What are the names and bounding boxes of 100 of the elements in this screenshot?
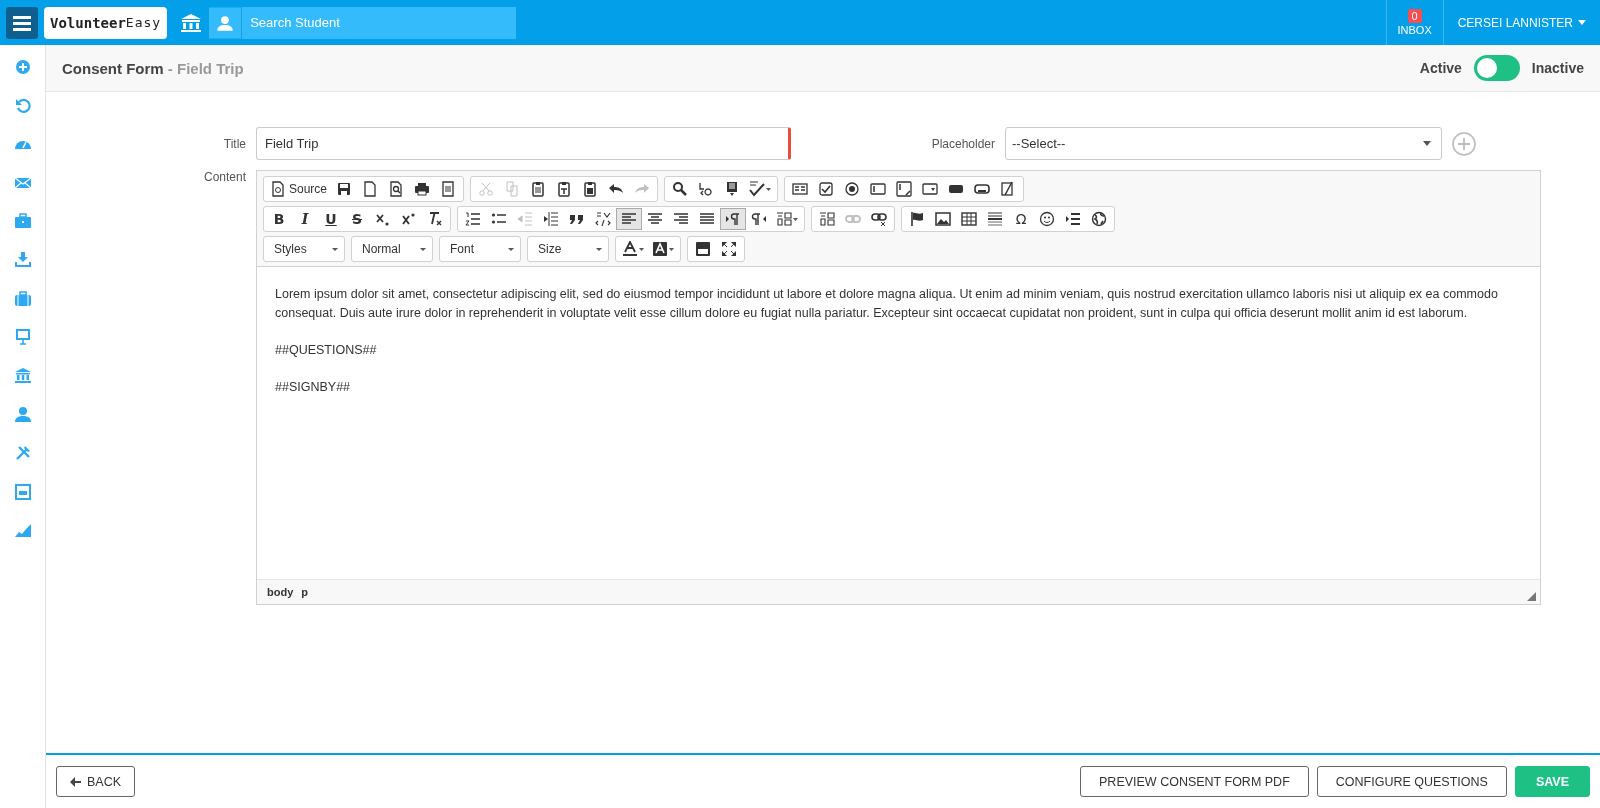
bank-icon[interactable] <box>181 13 202 32</box>
briefcase-icon[interactable] <box>14 213 31 230</box>
smiley-icon <box>1039 211 1055 227</box>
back-button[interactable]: BACK <box>56 766 136 797</box>
caret-icon <box>669 247 674 251</box>
bank-icon[interactable] <box>14 367 31 384</box>
text-color-icon <box>622 241 638 257</box>
style-dropdown[interactable]: Font <box>439 236 521 262</box>
align-left-icon <box>621 211 637 227</box>
align-center-icon <box>647 211 663 227</box>
bullet-list-icon <box>491 211 507 227</box>
clipboard-icon <box>530 181 547 197</box>
preview-icon <box>388 181 405 197</box>
replace-icon <box>698 181 715 197</box>
paragraph: ##QUESTIONS## <box>275 342 378 359</box>
spellcheck-icon <box>749 181 766 197</box>
element-path-link[interactable]: p <box>301 586 308 598</box>
clipboard-text-icon <box>556 181 573 197</box>
table-icon <box>961 211 977 227</box>
action-button[interactable]: CONFIGURE QUESTIONS <box>1316 766 1507 797</box>
style-dropdown[interactable]: Styles <box>263 236 345 262</box>
page-subtitle: - Field Trip <box>167 59 244 77</box>
justify-icon <box>699 211 715 227</box>
select-field-icon <box>922 181 939 197</box>
radio-field-icon <box>844 181 861 197</box>
caret-icon <box>332 247 338 251</box>
superscript-icon <box>401 211 417 227</box>
area-chart-icon[interactable] <box>14 522 31 539</box>
field-label: Placeholder <box>930 136 996 151</box>
unlink-icon <box>871 211 887 227</box>
active-label: Active <box>1419 60 1462 76</box>
presentation-icon[interactable] <box>14 329 31 346</box>
paragraph: Lorem ipsum dolor sit amet, consectetur adipiscing elit, sed do eiusmod tempor incididunt ut labore et dolore magna aliqua. Ut enim ad minim veniam, quis nostrud exercitation ullamco laboris nisi ut aliquip ex ea commodo consequat. Duis aute irure dolor in reprehenderit in voluptate velit esse cillum dolore eu fugiat nulla pariatur. Excepteur sint occaecat cupidatat non proident, sunt in culpa qui officia deserunt mollit anim id est laborum. <box>275 286 1499 322</box>
printer-icon <box>414 181 431 197</box>
globe-icon <box>1091 211 1107 227</box>
suitcase-icon[interactable] <box>14 290 31 307</box>
form-icon <box>792 181 809 197</box>
download-icon[interactable] <box>14 251 31 268</box>
action-button[interactable]: PREVIEW CONSENT FORM PDF <box>1080 766 1309 797</box>
ltr-icon <box>725 211 741 227</box>
caret-icon <box>1578 20 1586 25</box>
format-button[interactable]: B <box>266 208 292 230</box>
background-color-icon <box>652 241 668 257</box>
format-button[interactable]: S <box>344 208 370 230</box>
horizontal-rule-icon <box>987 211 1003 227</box>
status-toggle[interactable] <box>1473 55 1520 81</box>
app-logo[interactable]: VolunteerEasy <box>44 6 168 39</box>
calculator-icon[interactable] <box>14 483 31 500</box>
tools-icon[interactable] <box>14 444 31 461</box>
rtl-icon <box>751 211 767 227</box>
person-icon <box>209 6 243 39</box>
field-label: Content <box>202 170 247 184</box>
document-icon <box>270 181 286 197</box>
format-button[interactable]: Ω <box>1008 208 1034 230</box>
style-dropdown[interactable]: Normal <box>351 236 433 262</box>
div-container-icon <box>595 211 611 227</box>
source-button[interactable]: Source <box>266 178 332 200</box>
placeholder-select[interactable]: --Select-- <box>1005 127 1442 160</box>
caret-icon <box>793 217 798 221</box>
maximize-icon <box>721 241 737 257</box>
undo-icon[interactable] <box>14 97 31 114</box>
caret-icon <box>596 247 602 251</box>
page-title: Consent Form <box>62 59 164 77</box>
numbered-list-icon <box>465 211 481 227</box>
clipboard-word-icon <box>582 181 599 197</box>
menu-icon <box>13 14 31 31</box>
person-icon[interactable] <box>14 406 31 423</box>
text-field-icon <box>870 181 887 197</box>
remove-format-icon <box>427 211 443 227</box>
format-button[interactable]: U <box>318 208 344 230</box>
textarea-icon <box>896 181 913 197</box>
caret-icon <box>1423 141 1431 146</box>
add-circle-icon[interactable] <box>14 59 31 75</box>
caret-icon <box>639 247 644 251</box>
resize-grip-icon[interactable] <box>1527 592 1536 601</box>
save-icon <box>336 181 353 197</box>
element-path-link[interactable]: body <box>267 586 294 598</box>
field-label: Title <box>222 136 247 151</box>
indent-icon <box>543 211 559 227</box>
caret-icon <box>420 247 426 251</box>
scissors-icon <box>478 181 495 197</box>
format-button[interactable]: I <box>292 208 318 230</box>
caret-icon <box>508 247 514 251</box>
page-break-icon <box>1065 211 1081 227</box>
menu-button[interactable] <box>6 6 38 39</box>
template-icon <box>440 181 457 197</box>
paragraph: ##SIGNBY## <box>275 379 352 396</box>
toolbar-button[interactable] <box>720 208 746 230</box>
flag-icon <box>909 211 925 227</box>
title-input[interactable]: Field Trip <box>256 127 791 160</box>
style-dropdown[interactable]: Size <box>527 236 609 262</box>
checkbox-icon <box>818 181 835 197</box>
image-icon <box>935 211 951 227</box>
search-field[interactable]: Search Student <box>242 6 517 39</box>
outdent-icon <box>517 211 533 227</box>
image-button-icon <box>974 181 991 197</box>
caret-icon <box>766 187 772 191</box>
inactive-label: Inactive <box>1531 60 1584 76</box>
align-right-icon <box>673 211 689 227</box>
new-page-icon <box>362 181 379 197</box>
